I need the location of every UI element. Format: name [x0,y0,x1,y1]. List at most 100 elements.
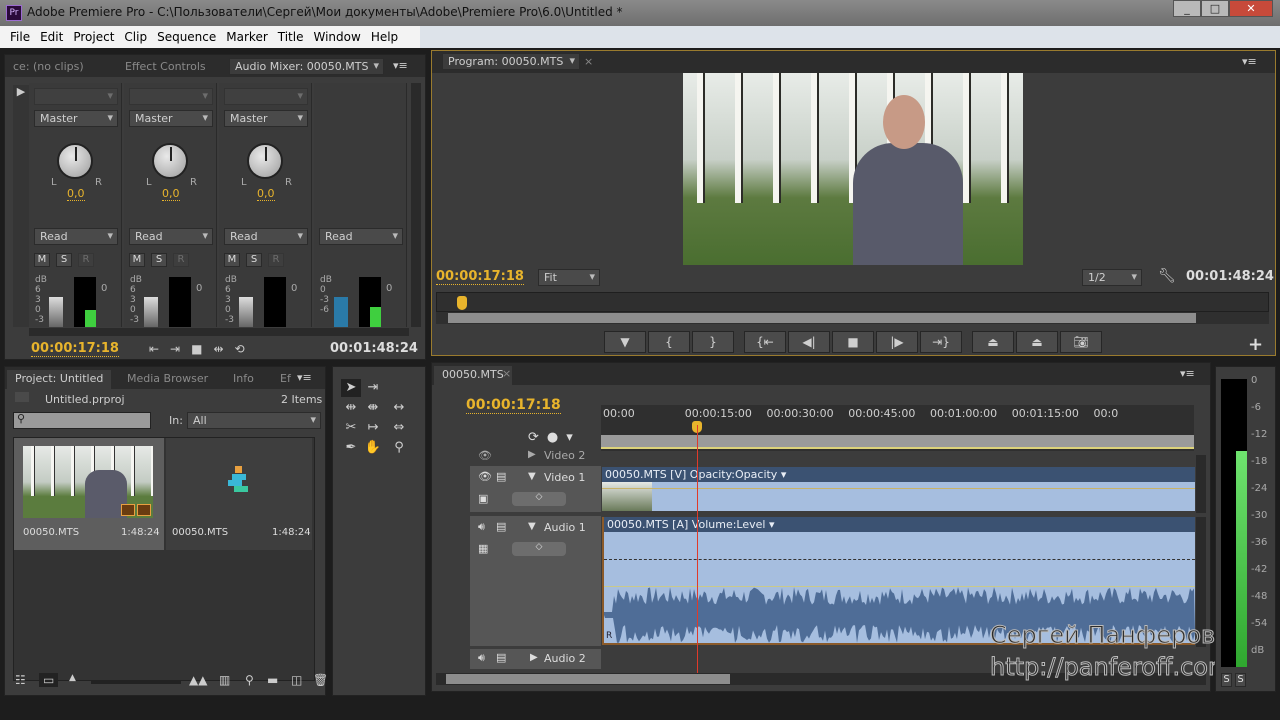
sync-lock-icon[interactable]: ▤ [496,651,506,664]
selection-tool-icon[interactable]: ➤ [341,379,361,397]
tab-media-browser[interactable]: Media Browser [119,370,216,389]
lift-button[interactable]: ⏏ [972,331,1014,353]
new-bin-icon[interactable]: ▬ [267,673,278,687]
output-select[interactable]: Master [34,110,118,127]
tab-effects[interactable]: Ef [272,370,299,389]
slip-tool-icon[interactable]: ↦ [363,419,383,437]
menu-sequence[interactable]: Sequence [152,26,221,44]
pan-value[interactable]: 0,0 [162,187,180,201]
playhead-icon[interactable] [457,296,467,310]
automation-mode-select[interactable]: Read [129,228,213,245]
pan-knob[interactable] [152,143,188,179]
program-current-time[interactable]: 00:00:17:18 [436,269,524,285]
razor-tool-icon[interactable]: ✂ [341,419,361,437]
maximize-button[interactable]: □ [1201,0,1229,17]
step-back-button[interactable]: ◀| [788,331,830,353]
close-button[interactable]: ✕ [1229,0,1273,17]
new-item-icon[interactable]: ◫ [291,673,302,687]
clip-effect-menu[interactable]: Volume:Level [692,518,766,531]
clip-effect-menu[interactable]: Opacity:Opacity [690,468,778,481]
playhead-line[interactable] [697,425,699,673]
menu-title[interactable]: Title [273,26,309,44]
timeline-current-time[interactable]: 00:00:17:18 [466,397,561,414]
menu-project[interactable]: Project [68,26,119,44]
automation-mode-select[interactable]: Read [319,228,403,245]
volume-fader[interactable] [144,297,158,327]
volume-line[interactable] [604,559,1195,560]
mixer-current-time[interactable]: 00:00:17:18 [31,341,119,357]
collapse-icon[interactable]: ▼ [528,521,536,532]
in-select[interactable]: All [187,412,321,429]
mixer-hscrollbar[interactable] [29,328,409,336]
output-select[interactable]: Master [224,110,308,127]
video-tracks-scrollbar[interactable] [1196,455,1206,513]
find-icon[interactable]: ⚲ [245,673,254,687]
record-button[interactable]: R [78,253,94,267]
solo-button[interactable]: S [56,253,72,267]
tab-audio-mixer[interactable]: Audio Mixer: 00050.MTS [229,58,384,75]
extract-button[interactable]: ⏏ [1016,331,1058,353]
export-frame-button[interactable]: 📷︎ [1060,331,1102,353]
tab-source[interactable]: ce: (no clips) [5,58,92,77]
tab-sequence[interactable]: 00050.MTS [434,366,512,385]
play-button[interactable]: |▶ [876,331,918,353]
solo-button[interactable]: S [246,253,262,267]
menu-edit[interactable]: Edit [35,26,68,44]
program-zoom-scrollbar[interactable] [436,312,1269,324]
mark-out-button[interactable]: } [692,331,734,353]
wrench-icon[interactable]: 🔧︎ [1158,268,1176,284]
speaker-icon[interactable]: 🔊︎ [478,520,485,534]
pan-value[interactable]: 0,0 [67,187,85,201]
project-item-sequence[interactable]: 00050.MTS 1:48:24 [166,438,312,550]
mark-in-button[interactable]: { [648,331,690,353]
mixer-scrollbar[interactable] [411,83,421,327]
panel-menu-icon[interactable]: ▾≡ [393,59,408,72]
close-tab-icon[interactable]: × [584,55,593,68]
solo-button[interactable]: S [151,253,167,267]
menu-window[interactable]: Window [308,26,365,44]
project-item-clip[interactable]: 00050.MTS 1:48:24 [14,438,164,550]
go-to-in-button[interactable]: {⇤ [744,331,786,353]
video-clip[interactable]: 00050.MTS [V] Opacity:Opacity ▾ [602,467,1195,511]
work-area-bar[interactable] [601,435,1194,449]
panel-menu-icon[interactable]: ▾≡ [297,371,312,384]
tab-project[interactable]: Project: Untitled [7,370,112,389]
search-input[interactable] [13,412,151,429]
solo-left-button[interactable]: S [1221,673,1232,687]
resolution-select[interactable]: 1/2 [1082,269,1142,286]
slide-tool-icon[interactable]: ⇔ [389,419,409,437]
hand-tool-icon[interactable]: ✋ [363,439,383,457]
automation-mode-select[interactable]: Read [34,228,118,245]
icon-view-icon[interactable]: ▭ [39,673,59,687]
program-time-ruler[interactable] [436,292,1269,312]
menu-marker[interactable]: Marker [221,26,272,44]
panel-menu-icon[interactable]: ▾≡ [1180,367,1195,380]
add-button-icon[interactable]: + [1248,334,1263,355]
list-view-icon[interactable]: ☷ [15,673,26,687]
volume-fader[interactable] [334,297,348,327]
menu-clip[interactable]: Clip [119,26,152,44]
waveform-display-icon[interactable]: ▦ [478,542,488,555]
add-marker-button[interactable]: ▼ [604,331,646,353]
speaker-icon[interactable]: 🔊︎ [478,651,485,665]
keyframe-navigator[interactable]: ◇ [512,542,566,556]
tab-effect-controls[interactable]: Effect Controls [117,58,214,77]
zoom-select[interactable]: Fit [538,269,600,286]
stop-button[interactable]: ■ [832,331,874,353]
minimize-button[interactable]: _ [1173,0,1201,17]
volume-fader[interactable] [239,297,253,327]
zoom-tool-icon[interactable]: ⚲ [389,439,409,457]
expand-effects-icon[interactable]: ▶ [13,85,29,327]
timeline-tools-icons[interactable]: ⟳●▾ [528,430,581,445]
solo-right-button[interactable]: S [1235,673,1246,687]
tab-program[interactable]: Program: 00050.MTS [442,53,580,70]
eye-icon[interactable]: 👁︎ [478,470,492,483]
volume-fader[interactable] [49,297,63,327]
record-button[interactable]: R [173,253,189,267]
pan-knob[interactable] [57,143,93,179]
pan-value[interactable]: 0,0 [257,187,275,201]
pan-knob[interactable] [247,143,283,179]
keyframe-navigator[interactable]: ◇ [512,492,566,506]
pen-tool-icon[interactable]: ✒ [341,439,361,457]
tab-info[interactable]: Info [225,370,262,389]
